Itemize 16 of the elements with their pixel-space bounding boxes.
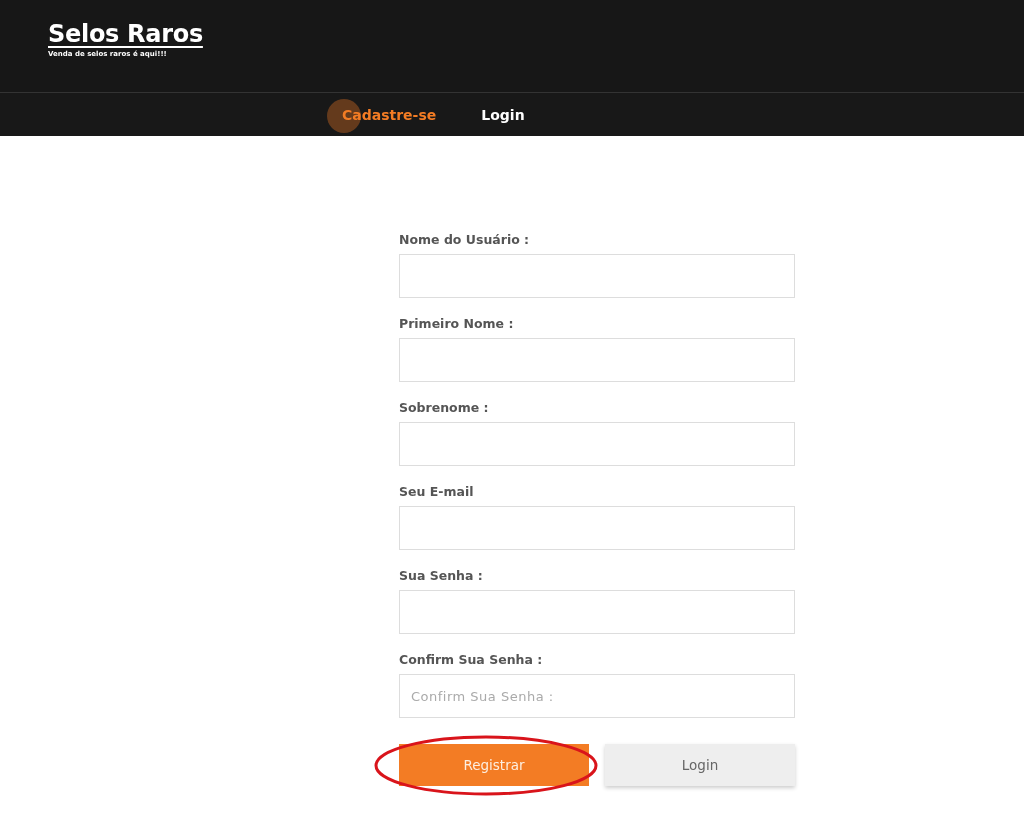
field-label: Confirm Sua Senha : [399, 652, 544, 668]
field-label: Sobrenome : [399, 400, 490, 416]
input-field[interactable] [399, 506, 795, 550]
field-label: Primeiro Nome : [399, 316, 515, 332]
input-field[interactable] [399, 254, 795, 298]
login-button[interactable]: Login [605, 744, 795, 786]
input-field[interactable] [399, 422, 795, 466]
input-field[interactable] [399, 338, 795, 382]
input-field[interactable] [399, 590, 795, 634]
field-label: Seu E-mail [399, 484, 475, 500]
input-field[interactable]: Confirm Sua Senha : [399, 674, 795, 718]
field-label: Nome do Usuário : [399, 232, 531, 248]
field-label: Sua Senha : [399, 568, 484, 584]
nav-link[interactable]: Cadastre-se [327, 98, 437, 131]
nav-link[interactable]: Login [466, 98, 525, 131]
site-title: Selos Raros [48, 20, 203, 48]
